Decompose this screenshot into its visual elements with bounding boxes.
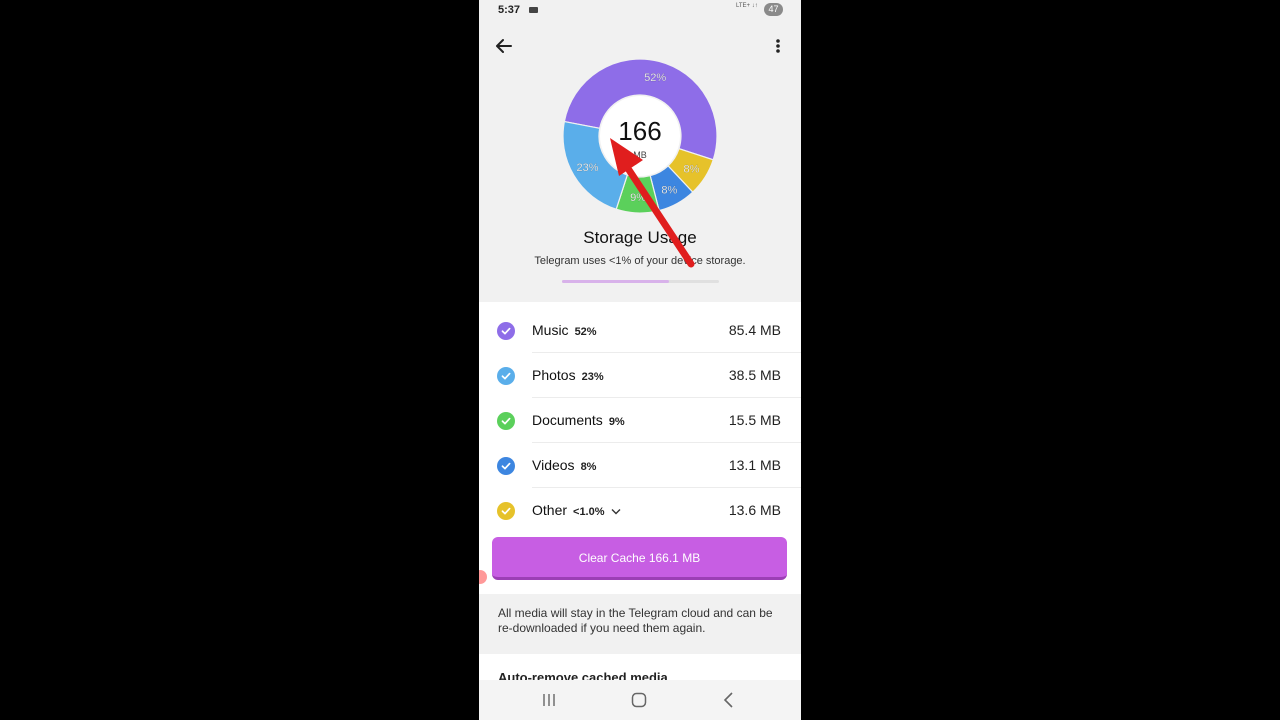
chart-center-unit: MB — [633, 150, 647, 160]
list-item-photos[interactable]: Photos 23% 38.5 MB — [479, 353, 801, 398]
usage-bar — [562, 280, 719, 283]
back-chevron-icon — [723, 692, 733, 708]
clear-cache-button[interactable]: Clear Cache 166.1 MB — [492, 537, 787, 580]
storage-donut-chart: 52% 8% 8% 9% 23% — [562, 58, 718, 214]
category-size: 38.5 MB — [728, 367, 781, 383]
category-size: 15.5 MB — [728, 412, 781, 428]
pie-label-music: 52% — [644, 72, 666, 84]
pie-label-photos: 23% — [576, 162, 598, 174]
recents-icon — [543, 694, 555, 706]
list-item-documents[interactable]: Documents 9% 15.5 MB — [479, 398, 801, 443]
checkbox-icon[interactable] — [497, 502, 515, 520]
info-note: All media will stay in the Telegram clou… — [498, 606, 773, 635]
chevron-down-icon[interactable] — [611, 508, 621, 515]
pie-label-videos: 8% — [661, 184, 677, 196]
checkbox-icon[interactable] — [497, 457, 515, 475]
checkbox-icon[interactable] — [497, 412, 515, 430]
info-section: All media will stay in the Telegram clou… — [479, 594, 801, 652]
category-name: Documents — [532, 412, 603, 428]
list-item-other[interactable]: Other <1.0% 13.6 MB — [479, 488, 801, 533]
category-percent: 8% — [580, 461, 597, 473]
category-name: Photos — [532, 367, 576, 383]
category-name: Music — [532, 322, 569, 338]
usage-bar-fill — [562, 280, 669, 283]
category-percent: 23% — [581, 371, 604, 383]
nav-back-button[interactable] — [719, 690, 739, 710]
category-size: 13.1 MB — [728, 457, 781, 473]
category-percent: 9% — [608, 416, 625, 428]
system-nav-bar — [479, 680, 801, 720]
pie-label-other: 8% — [684, 164, 700, 176]
home-icon — [631, 692, 647, 708]
page-title: Storage Usage — [583, 228, 697, 247]
recents-button[interactable] — [539, 690, 559, 710]
list-item-videos[interactable]: Videos 8% 13.1 MB — [479, 443, 801, 488]
list-item-music[interactable]: Music 52% 85.4 MB — [479, 308, 801, 353]
phone-screen: 5:37 LTE+ ↓↑ 47 52% 8% 8% 9% 23% 166 MB Stor… — [479, 0, 801, 720]
category-percent: <1.0% — [573, 506, 605, 518]
category-size: 13.6 MB — [728, 502, 781, 518]
category-name: Other — [532, 502, 568, 518]
home-button[interactable] — [629, 690, 649, 710]
category-name: Videos — [532, 457, 575, 473]
chart-center-value: 166 — [618, 116, 662, 146]
category-percent: 52% — [574, 326, 597, 338]
category-size: 85.4 MB — [728, 322, 781, 338]
pie-label-documents: 9% — [630, 192, 646, 204]
checkbox-icon[interactable] — [497, 367, 515, 385]
page-subtitle: Telegram uses <1% of your device storage… — [534, 255, 746, 267]
checkbox-icon[interactable] — [497, 322, 515, 340]
